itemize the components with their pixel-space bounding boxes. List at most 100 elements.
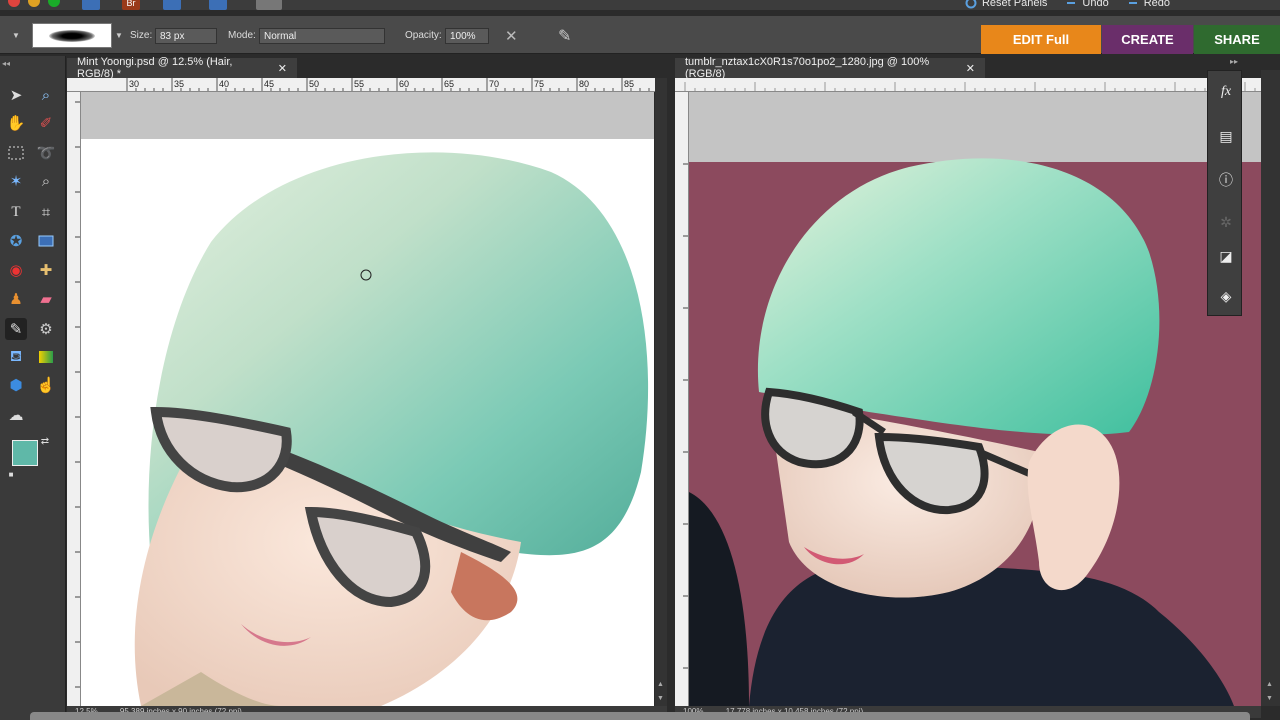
horizontal-ruler-left: 30 35 40 45 50 55 60 65 70 75 80 85 (67, 78, 655, 92)
stamp-tool-icon[interactable]: ♟ (5, 288, 27, 310)
ruler-vertical-ticks-left (75, 101, 80, 688)
horizontal-ruler-right (675, 78, 1261, 92)
menu-bar: Br Reset Panels Undo Redo (0, 0, 1280, 10)
ruler-label: 55 (354, 79, 364, 89)
brush-settings-icon[interactable]: ✎ (558, 26, 571, 46)
info-panel-icon[interactable]: ⓘ (1215, 169, 1237, 191)
tool-preset-dropdown[interactable]: ▼ (12, 31, 20, 40)
reference-photo (689, 158, 1261, 706)
opacity-field[interactable]: 100% (445, 28, 489, 44)
macos-dock (30, 712, 1250, 720)
opacity-label: Opacity: (405, 30, 442, 41)
paint-bucket-tool-icon[interactable]: ⛾ (5, 346, 27, 368)
ruler-label: 60 (399, 79, 409, 89)
share-button[interactable]: SHARE (1194, 25, 1280, 54)
undo-icon (1067, 2, 1076, 4)
document-title-right: tumblr_nztax1cX0R1s70o1po2_1280.jpg @ 10… (685, 56, 930, 80)
crop-tool-icon[interactable]: ⌗ (35, 201, 57, 223)
quick-selection-tool-icon[interactable]: ⌕ (35, 170, 57, 192)
shape-tool-icon[interactable]: ⬢ (5, 374, 27, 396)
create-button[interactable]: CREATE (1102, 25, 1193, 54)
mode-select[interactable]: Normal (259, 28, 385, 44)
ruler-label: 35 (174, 79, 184, 89)
layout-icon[interactable] (256, 0, 282, 10)
home-icon[interactable] (82, 0, 100, 10)
brush-dropdown-arrow[interactable]: ▼ (115, 31, 123, 40)
navigator-panel-icon[interactable]: ✲ (1215, 211, 1237, 233)
ruler-label: 30 (129, 79, 139, 89)
size-label: Size: (130, 30, 153, 41)
default-colors-icon[interactable]: ■ (6, 469, 16, 479)
ruler-label: 40 (219, 79, 229, 89)
red-eye-tool-icon[interactable]: ◉ (5, 259, 27, 281)
close-window-button[interactable] (8, 0, 20, 7)
painting-artwork (81, 139, 654, 706)
foreground-color-swatch[interactable] (12, 440, 38, 466)
gradient-tool-icon[interactable] (35, 346, 57, 368)
panel-collapse-icon[interactable]: ▸▸ (1230, 57, 1238, 66)
lasso-tool-icon[interactable]: ➰ (35, 142, 57, 164)
vertical-scrollbar-right[interactable]: ▲ ▼ (1261, 70, 1280, 706)
close-tab-icon[interactable]: ✕ (278, 62, 287, 75)
healing-tool-icon[interactable]: ✚ (35, 259, 57, 281)
ruler-vertical-ticks-right (683, 163, 688, 669)
brush-tool-icon[interactable]: ✎ (5, 318, 27, 340)
layers-panel-icon[interactable]: ◈ (1215, 285, 1237, 307)
maximize-window-button[interactable] (48, 0, 60, 7)
custom-shape-tool-icon[interactable]: ✪ (5, 230, 27, 252)
zoom-tool-icon[interactable]: ⌕ (35, 84, 57, 106)
bridge-icon[interactable]: Br (122, 0, 140, 10)
history-controls: Reset Panels Undo Redo (965, 0, 1280, 10)
magic-wand-tool-icon[interactable]: ✶ (5, 170, 27, 192)
reset-panels-label: Reset Panels (981, 0, 1048, 9)
edit-full-button[interactable]: EDIT Full (981, 25, 1101, 54)
ruler-label: 45 (264, 79, 274, 89)
minimize-window-button[interactable] (28, 0, 40, 7)
sponge-tool-icon[interactable]: ☁ (5, 404, 27, 426)
canvas-left[interactable] (81, 92, 654, 706)
redo-label: Redo (1143, 0, 1170, 9)
ruler-label: 70 (489, 79, 499, 89)
eyedropper-tool-icon[interactable]: ✐ (35, 112, 57, 134)
eraser-tool-icon[interactable]: ▰ (35, 288, 57, 310)
vertical-ruler-right (675, 92, 689, 706)
brush-tip-preview (49, 30, 95, 42)
vertical-ruler-left (67, 92, 81, 706)
undo-button[interactable]: Undo (1065, 0, 1109, 10)
vertical-scrollbar-left[interactable]: ▲ ▼ (655, 78, 667, 706)
document-tab-left[interactable]: Mint Yoongi.psd @ 12.5% (Hair, RGB/8) * … (67, 56, 297, 80)
undo-label: Undo (1082, 0, 1109, 9)
scroll-down-arrow[interactable]: ▼ (1266, 695, 1273, 702)
reset-panels-button[interactable]: Reset Panels (965, 0, 1047, 10)
ruler-ticks-left: 30 35 40 45 50 55 60 65 70 75 80 85 (126, 78, 650, 91)
scroll-down-arrow[interactable]: ▼ (657, 695, 664, 702)
graphics-panel-icon[interactable]: ▤ (1215, 125, 1237, 147)
smart-brush-tool-icon[interactable]: ⚙ (35, 318, 57, 340)
document-tab-right[interactable]: tumblr_nztax1cX0R1s70o1po2_1280.jpg @ 10… (675, 56, 985, 80)
document-title-left: Mint Yoongi.psd @ 12.5% (Hair, RGB/8) * (77, 56, 233, 80)
redo-button[interactable]: Redo (1127, 0, 1170, 10)
ruler-label: 85 (624, 79, 634, 89)
swap-colors-icon[interactable]: ⇄ (38, 434, 52, 448)
save-icon[interactable] (163, 0, 181, 10)
redo-icon (1128, 2, 1137, 4)
smudge-tool-icon[interactable]: ☝ (35, 374, 57, 396)
color-swatches-panel-icon[interactable]: ◪ (1215, 245, 1237, 267)
close-tab-icon[interactable]: ✕ (966, 62, 975, 75)
scroll-up-arrow[interactable]: ▲ (657, 681, 664, 688)
move-tool-icon[interactable]: ➤ (5, 84, 27, 106)
hand-tool-icon[interactable]: ✋ (5, 112, 27, 134)
canvas-right[interactable] (689, 92, 1261, 706)
recompose-tool-icon[interactable] (35, 230, 57, 252)
effects-panel-icon[interactable]: fx (1215, 81, 1237, 103)
size-field[interactable]: 83 px (155, 28, 217, 44)
toolbox-collapse-icon[interactable]: ◂◂ (2, 59, 10, 68)
marquee-tool-icon[interactable] (5, 142, 27, 164)
type-tool-icon[interactable]: T (5, 201, 27, 223)
brush-preset-picker[interactable] (32, 23, 112, 48)
ruler-ticks-right (684, 82, 1256, 91)
help-icon[interactable] (209, 0, 227, 10)
mode-label: Mode: (228, 30, 256, 41)
airbrush-icon[interactable]: ✕ (505, 27, 518, 45)
scroll-up-arrow[interactable]: ▲ (1266, 681, 1273, 688)
